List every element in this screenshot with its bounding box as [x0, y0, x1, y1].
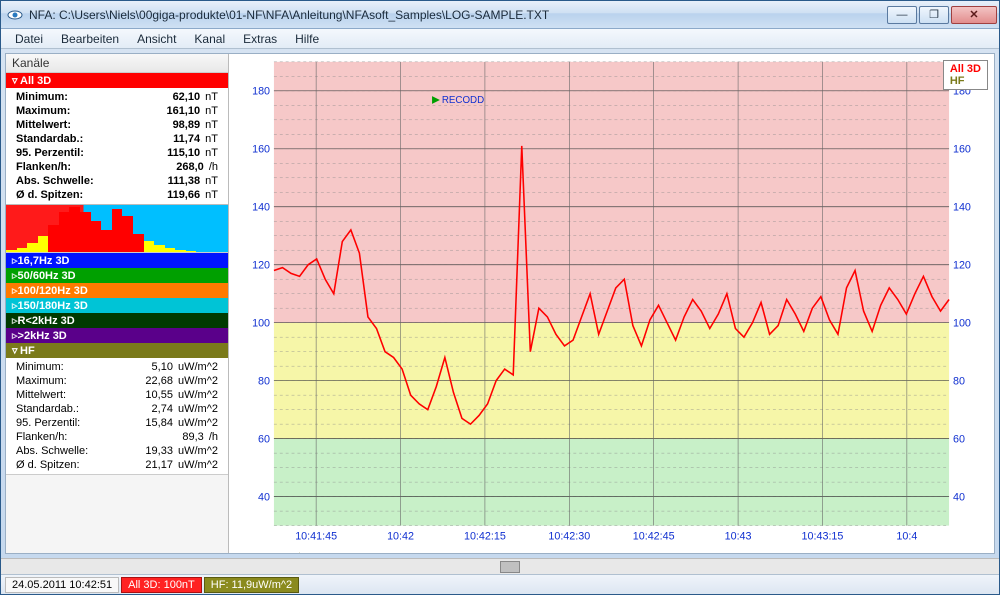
svg-text:10:43:15: 10:43:15 [802, 530, 844, 542]
channel-bar[interactable]: ▹150/180Hz 3D [6, 298, 228, 313]
stat-row: Flanken/h:89,3 /h [6, 430, 228, 444]
menu-datei[interactable]: Datei [7, 30, 51, 48]
menu-bearbeiten[interactable]: Bearbeiten [53, 30, 127, 48]
channel-bar[interactable]: ▹16,7Hz 3D [6, 253, 228, 268]
channel-bar[interactable]: ▹50/60Hz 3D [6, 268, 228, 283]
minimize-button[interactable]: — [887, 6, 917, 24]
stat-row: Minimum:5,10 uW/m^2 [6, 360, 228, 374]
maximize-button[interactable]: ❐ [919, 6, 949, 24]
svg-text:40: 40 [953, 492, 965, 504]
channel-header-hf[interactable]: ▿HF [6, 343, 228, 358]
stats-all3d: Minimum:62,10 nTMaximum:161,10 nTMittelw… [6, 88, 228, 204]
stat-row: Minimum:62,10 nT [6, 90, 228, 104]
status-all3d: All 3D: 100nT [121, 577, 202, 593]
svg-text:100: 100 [252, 318, 270, 330]
svg-text:60: 60 [953, 434, 965, 446]
workspace: Kanäle ▿All 3D Minimum:62,10 nTMaximum:1… [5, 53, 995, 554]
chart-area[interactable]: 40 40 60 60 80 80 100 100 120 120 140 140 160 160 180 1… [229, 54, 994, 553]
stat-row: Standardab.:2,74 uW/m^2 [6, 402, 228, 416]
stat-row: Mittelwert:98,89 nT [6, 118, 228, 132]
app-window: NFA: C:\Users\Niels\00giga-produkte\01-N… [0, 0, 1000, 595]
menu-hilfe[interactable]: Hilfe [287, 30, 327, 48]
svg-text:80: 80 [258, 376, 270, 388]
menu-extras[interactable]: Extras [235, 30, 285, 48]
svg-text:120: 120 [252, 260, 270, 272]
svg-text:160: 160 [953, 144, 971, 156]
svg-text:10:42:30: 10:42:30 [548, 530, 590, 542]
svg-text:10:41:45: 10:41:45 [295, 530, 337, 542]
stat-row: 95. Perzentil:115,10 nT [6, 146, 228, 160]
stat-row: Abs. Schwelle:19,33 uW/m^2 [6, 444, 228, 458]
svg-text:10:42:45: 10:42:45 [633, 530, 675, 542]
sidebar-header: Kanäle [6, 54, 228, 73]
svg-text:RECODD: RECODD [442, 95, 484, 106]
menubar: Datei Bearbeiten Ansicht Kanal Extras Hi… [1, 29, 999, 49]
histogram [6, 204, 228, 252]
statusbar: 24.05.2011 10:42:51 All 3D: 100nT HF: 11… [1, 574, 999, 594]
stat-row: Maximum:161,10 nT [6, 104, 228, 118]
svg-text:60: 60 [258, 434, 270, 446]
channel-label: HF [20, 345, 35, 357]
horizontal-scrollbar[interactable] [1, 558, 999, 574]
stat-row: Flanken/h:268,0 /h [6, 160, 228, 174]
menu-ansicht[interactable]: Ansicht [129, 30, 184, 48]
stat-row: Mittelwert:10,55 uW/m^2 [6, 388, 228, 402]
channel-label: All 3D [20, 75, 51, 87]
stat-row: Maximum:22,68 uW/m^2 [6, 374, 228, 388]
stat-row: Standardab.:11,74 nT [6, 132, 228, 146]
app-icon [7, 7, 23, 23]
stat-row: 95. Perzentil:15,84 uW/m^2 [6, 416, 228, 430]
svg-text:140: 140 [252, 202, 270, 214]
status-hf: HF: 11,9uW/m^2 [204, 577, 299, 593]
legend-all3d: All 3D [950, 63, 981, 75]
stat-row: Abs. Schwelle:111,38 nT [6, 174, 228, 188]
stat-row: Ø d. Spitzen:21,17 uW/m^2 [6, 458, 228, 472]
svg-text:10:43: 10:43 [725, 530, 752, 542]
svg-text:80: 80 [953, 376, 965, 388]
svg-text:40: 40 [258, 492, 270, 504]
scrollbar-thumb[interactable] [500, 561, 520, 573]
svg-text:100: 100 [953, 318, 971, 330]
svg-text:160: 160 [252, 144, 270, 156]
channel-all3d: ▿All 3D Minimum:62,10 nTMaximum:161,10 n… [6, 73, 228, 253]
close-button[interactable]: ✕ [951, 6, 997, 24]
legend-hf: HF [950, 75, 981, 87]
stats-hf: Minimum:5,10 uW/m^2Maximum:22,68 uW/m^2M… [6, 358, 228, 474]
svg-text:10:4: 10:4 [896, 530, 917, 542]
channel-list: ▹16,7Hz 3D▹50/60Hz 3D▹100/120Hz 3D▹150/1… [6, 253, 228, 343]
menu-kanal[interactable]: Kanal [186, 30, 233, 48]
channel-bar[interactable]: ▹>2kHz 3D [6, 328, 228, 343]
channel-bar[interactable]: ▹R<2kHz 3D [6, 313, 228, 328]
chart-canvas[interactable]: 40 40 60 60 80 80 100 100 120 120 140 140 160 160 180 1… [229, 54, 994, 553]
sidebar: Kanäle ▿All 3D Minimum:62,10 nTMaximum:1… [6, 54, 229, 553]
svg-text:120: 120 [953, 260, 971, 272]
legend: All 3D HF [943, 60, 988, 90]
svg-text:180: 180 [252, 86, 270, 98]
svg-text:10:42: 10:42 [387, 530, 414, 542]
stat-row: Ø d. Spitzen:119,66 nT [6, 188, 228, 202]
channel-bar[interactable]: ▹100/120Hz 3D [6, 283, 228, 298]
titlebar-title: NFA: C:\Users\Niels\00giga-produkte\01-N… [29, 8, 887, 22]
channel-hf: ▿HF Minimum:5,10 uW/m^2Maximum:22,68 uW/… [6, 343, 228, 475]
status-datetime: 24.05.2011 10:42:51 [5, 577, 119, 593]
titlebar[interactable]: NFA: C:\Users\Niels\00giga-produkte\01-N… [1, 1, 999, 29]
svg-text:140: 140 [953, 202, 971, 214]
svg-text:10:42:15: 10:42:15 [464, 530, 506, 542]
channel-header-all3d[interactable]: ▿All 3D [6, 73, 228, 88]
